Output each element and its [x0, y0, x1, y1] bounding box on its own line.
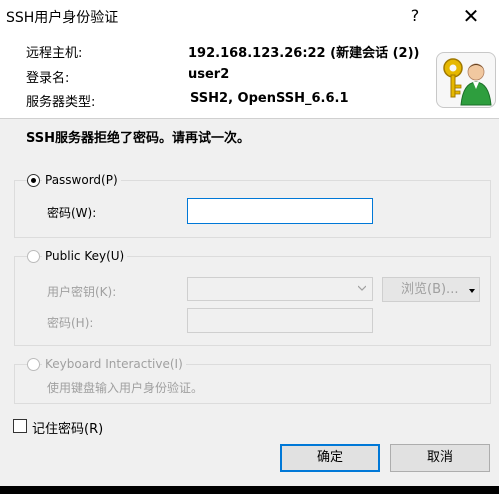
browse-button[interactable]: 浏览(B)... — [382, 277, 480, 302]
ok-button[interactable]: 确定 — [280, 444, 380, 472]
password-input[interactable] — [187, 198, 373, 224]
keyboard-interactive-radio[interactable] — [27, 358, 40, 371]
help-button[interactable]: ? — [392, 0, 438, 32]
remember-password-checkbox[interactable] — [13, 419, 27, 433]
remote-host-label: 远程主机: — [26, 46, 83, 61]
browse-button-label: 浏览(B)... — [401, 282, 459, 297]
connection-info-panel: 远程主机: 192.168.123.26:22 (新建会话 (2)) 登录名: … — [0, 32, 499, 119]
keyboard-interactive-description: 使用键盘输入用户身份验证。 — [47, 381, 204, 395]
title-bar: SSH用户身份验证 ? ✕ — [0, 0, 499, 32]
window-title: SSH用户身份验证 — [6, 10, 119, 26]
server-type-label: 服务器类型: — [26, 95, 96, 110]
user-key-label: 用户密钥(K): — [47, 285, 117, 299]
chevron-down-icon — [358, 285, 366, 291]
keyboard-interactive-radio-label[interactable]: Keyboard Interactive(I) — [42, 357, 186, 371]
radio-dot — [31, 178, 36, 183]
key-passphrase-label: 密码(H): — [47, 316, 94, 330]
public-key-radio[interactable] — [27, 250, 40, 263]
password-field-label: 密码(W): — [47, 206, 97, 220]
user-key-combo[interactable] — [187, 277, 373, 301]
password-radio[interactable] — [27, 174, 40, 187]
remember-password-label[interactable]: 记住密码(R) — [32, 418, 103, 437]
key-user-icon — [436, 52, 496, 108]
login-name-value: user2 — [188, 67, 230, 82]
server-type-value: SSH2, OpenSSH_6.6.1 — [190, 91, 349, 106]
login-name-label: 登录名: — [26, 71, 70, 86]
password-radio-label[interactable]: Password(P) — [42, 173, 121, 187]
close-button[interactable]: ✕ — [448, 0, 494, 32]
cancel-button[interactable]: 取消 — [390, 444, 490, 472]
error-message: SSH服务器拒绝了密码。请再试一次。 — [26, 131, 251, 146]
key-passphrase-input[interactable] — [187, 308, 373, 333]
ssh-auth-dialog: SSH用户身份验证 ? ✕ 远程主机: 192.168.123.26:22 (新… — [0, 0, 499, 486]
dropdown-arrow-icon — [469, 289, 475, 293]
public-key-radio-label[interactable]: Public Key(U) — [42, 249, 128, 263]
remote-host-value: 192.168.123.26:22 (新建会话 (2)) — [188, 46, 420, 61]
